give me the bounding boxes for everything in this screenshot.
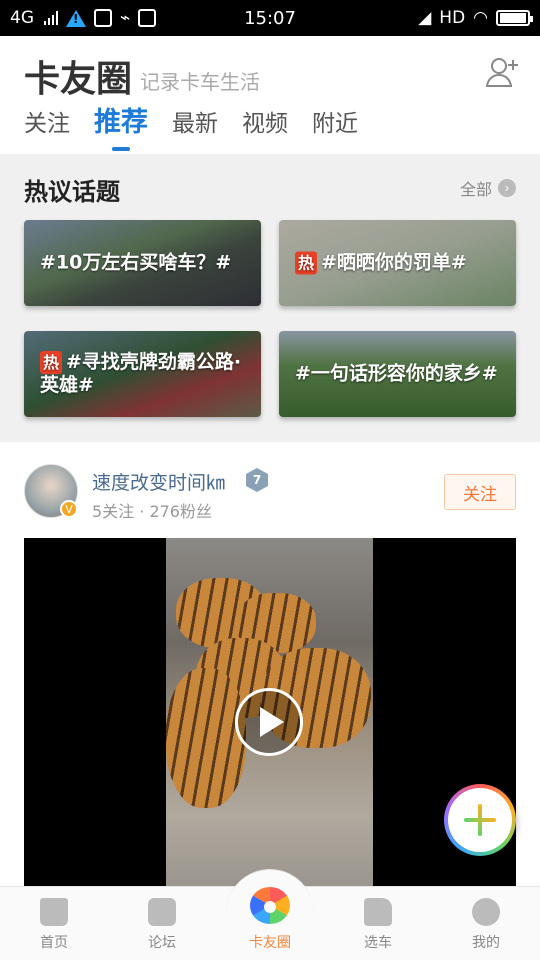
home-icon [40, 898, 68, 926]
status-left: 4G ⌁ [10, 8, 157, 28]
app-header: 卡友圈 记录卡车生活 关注 推荐 最新 视频 附近 [0, 36, 540, 154]
nav-home[interactable]: 首页 [0, 887, 108, 960]
verified-badge: V [60, 500, 78, 518]
sd-card-icon [138, 9, 157, 27]
topic-label: #10万左右买啥车？# [40, 251, 232, 274]
video-player[interactable] [24, 538, 516, 886]
tab-latest[interactable]: 最新 [172, 104, 218, 147]
create-post-button[interactable] [444, 784, 516, 856]
signal-icon [44, 11, 58, 25]
nav-kayouquan[interactable]: 卡友圈 [216, 869, 324, 960]
nav-select-car[interactable]: 选车 [324, 887, 432, 960]
tab-nearby[interactable]: 附近 [312, 104, 358, 147]
nav-label: 卡友圈 [249, 935, 291, 951]
plus-icon [448, 788, 512, 852]
hd-label: HD [439, 8, 466, 28]
hot-topics-section: 热议话题 全部 › #10万左右买啥车？# 热 #晒晒你的罚单# 热 #寻找壳牌劲霸… [0, 154, 540, 442]
nav-label: 首页 [40, 935, 68, 951]
follow-button[interactable]: 关注 [444, 474, 516, 510]
tab-video[interactable]: 视频 [242, 104, 288, 147]
hot-badge: 热 [295, 251, 318, 275]
nav-label: 我的 [472, 935, 500, 951]
topic-card[interactable]: 热 #寻找壳牌劲霸公路·英雄# [24, 331, 261, 417]
hot-topics-all-button[interactable]: 全部 › [460, 176, 516, 200]
topic-label: #一句话形容你的家乡# [295, 362, 498, 385]
chevron-right-icon: › [498, 179, 516, 197]
feed-tabs: 关注 推荐 最新 视频 附近 [24, 104, 358, 147]
hot-topics-all-label: 全部 [459, 180, 492, 199]
wifi-icon: ◠ [473, 8, 488, 28]
add-friend-icon[interactable] [484, 54, 520, 90]
page-subtitle: 记录卡车生活 [140, 70, 260, 94]
hot-badge: 热 [40, 351, 63, 374]
hot-topics-title: 热议话题 [24, 178, 120, 206]
profile-icon [472, 898, 500, 926]
topic-card[interactable]: 热 #晒晒你的罚单# [279, 220, 516, 306]
play-icon[interactable] [235, 688, 303, 756]
post-header: V 速度改变时间㎞ 7 5关注 · 276粉丝 关注 [0, 442, 540, 538]
truck-icon [364, 898, 392, 926]
nav-label: 论坛 [148, 935, 176, 951]
nav-me[interactable]: 我的 [432, 887, 540, 960]
tiger-shape [166, 668, 246, 808]
topic-label: 热 #晒晒你的罚单# [295, 251, 504, 275]
screenshot-icon [94, 9, 112, 27]
user-name[interactable]: 速度改变时间㎞ [92, 468, 225, 495]
status-time: 15:07 [244, 7, 296, 29]
topic-card[interactable]: #10万左右买啥车？# [24, 220, 261, 306]
page-title: 卡友圈 [24, 59, 133, 100]
level-badge: 7 [246, 468, 268, 492]
mute-icon: ◢ [418, 8, 432, 28]
forum-icon [148, 898, 176, 926]
tab-follow[interactable]: 关注 [24, 104, 70, 147]
nav-forum[interactable]: 论坛 [108, 887, 216, 960]
battery-icon [496, 10, 533, 26]
status-right: ◢ HD ◠ [418, 8, 533, 28]
usb-icon: ⌁ [120, 8, 131, 28]
status-bar: 4G ⌁ 15:07 ◢ HD ◠ [0, 0, 540, 36]
pinwheel-icon [250, 887, 290, 924]
topic-card[interactable]: #一句话形容你的家乡# [279, 331, 516, 417]
user-stats: 5关注 · 276粉丝 [92, 502, 212, 521]
bottom-nav: 首页 论坛 卡友圈 选车 我的 [0, 869, 540, 960]
network-label: 4G [10, 8, 34, 28]
nav-label: 选车 [364, 935, 392, 951]
tab-recommend[interactable]: 推荐 [94, 100, 148, 147]
topic-label: 热 #寻找壳牌劲霸公路·英雄# [40, 351, 242, 396]
warning-icon [66, 9, 86, 27]
